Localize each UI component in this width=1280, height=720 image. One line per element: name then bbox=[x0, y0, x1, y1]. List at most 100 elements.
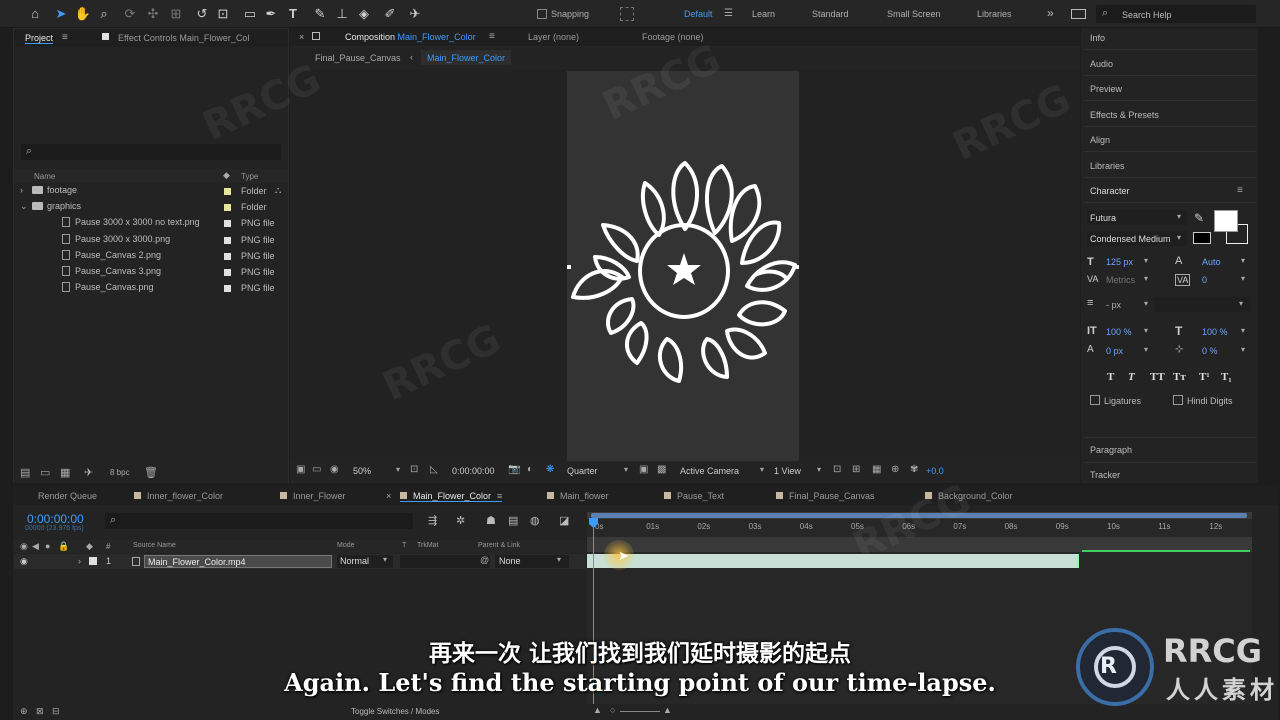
grid-icon[interactable]: ◺ bbox=[430, 464, 438, 475]
tab-layer[interactable]: Layer (none) bbox=[528, 32, 579, 42]
rectangle-icon[interactable]: ▭ bbox=[241, 5, 259, 23]
baseline-shift-value[interactable]: 0 px bbox=[1106, 346, 1123, 356]
brush-icon[interactable]: ✎ bbox=[311, 5, 329, 23]
color-channel-icon[interactable]: ❋ bbox=[546, 464, 554, 475]
tracking-value[interactable]: 0 bbox=[1202, 275, 1207, 285]
project-item[interactable]: Pause_Canvas.png bbox=[32, 282, 154, 297]
resolution-select[interactable]: Quarter bbox=[567, 466, 598, 476]
project-item[interactable]: ⌄ graphics bbox=[20, 201, 81, 216]
chevron-down-icon[interactable]: ▾ bbox=[1144, 326, 1148, 335]
current-time-display[interactable]: 0:00:00:00 bbox=[27, 512, 84, 526]
region-of-interest-icon[interactable]: ▣ bbox=[639, 464, 648, 475]
leading-value[interactable]: Auto bbox=[1202, 257, 1221, 267]
panel-menu-icon[interactable]: ≡ bbox=[497, 491, 502, 501]
tsume-value[interactable]: 0 % bbox=[1202, 346, 1218, 356]
snapping-checkbox[interactable] bbox=[537, 9, 547, 19]
search-help-field[interactable]: ⌕ Search Help bbox=[1096, 5, 1256, 23]
panel-libraries[interactable]: Libraries bbox=[1090, 161, 1125, 171]
timeline-search-input[interactable]: ⌕ bbox=[105, 513, 413, 529]
fill-color-swatch[interactable] bbox=[1214, 210, 1238, 232]
timeline-tab[interactable]: × Main_Flower_Color ≡ bbox=[386, 491, 503, 502]
roto-brush-icon[interactable]: ✐ bbox=[381, 5, 399, 23]
chevron-down-icon[interactable]: ▾ bbox=[1241, 256, 1245, 265]
chevron-down-icon[interactable]: ▾ bbox=[1241, 326, 1245, 335]
zoom-in-icon[interactable]: ▲ bbox=[663, 705, 672, 715]
project-item[interactable]: Pause_Canvas 3.png bbox=[32, 266, 161, 281]
adobe-dynamic-link-icon[interactable]: ✈ bbox=[84, 466, 93, 479]
blend-mode-select[interactable]: Normal ▾ bbox=[337, 555, 393, 568]
breadcrumb-main-flower-color[interactable]: Main_Flower_Color bbox=[421, 50, 512, 65]
more-workspaces-icon[interactable]: » bbox=[1047, 6, 1054, 20]
kerning-value[interactable]: Metrics bbox=[1106, 275, 1135, 285]
text-style-button[interactable]: TT bbox=[1150, 371, 1165, 383]
home-icon[interactable]: ⌂ bbox=[26, 5, 44, 23]
project-search-input[interactable]: ⌕ bbox=[21, 144, 281, 160]
col-type[interactable]: Type bbox=[241, 172, 258, 181]
graph-editor-icon[interactable]: ◪ bbox=[559, 514, 569, 527]
selection-icon[interactable]: ➤ bbox=[52, 5, 70, 23]
motion-blur-icon[interactable]: ◍ bbox=[530, 514, 540, 527]
parent-select[interactable]: None ▾ bbox=[495, 555, 569, 568]
label-color-swatch[interactable] bbox=[224, 188, 231, 195]
chevron-down-icon[interactable]: ⌄ bbox=[20, 201, 28, 212]
clone-stamp-icon[interactable]: ⊥ bbox=[333, 5, 351, 23]
lock-icon[interactable]: 🔒 bbox=[58, 541, 69, 552]
workspace-menu-icon[interactable]: ☰ bbox=[724, 8, 733, 19]
expand-chevron-icon[interactable]: › bbox=[78, 556, 81, 566]
chevron-down-icon[interactable]: ▾ bbox=[624, 465, 628, 474]
pick-whip-icon[interactable]: @ bbox=[480, 555, 489, 565]
in-out-icon[interactable]: ⊟ bbox=[52, 706, 60, 717]
timeline-tab[interactable]: Inner_Flower bbox=[280, 491, 346, 501]
hindi-digits-checkbox[interactable] bbox=[1173, 395, 1183, 405]
close-tab-icon[interactable]: × bbox=[386, 491, 391, 501]
project-item[interactable]: › footage bbox=[20, 185, 77, 200]
chevron-down-icon[interactable]: ▾ bbox=[1144, 274, 1148, 283]
flowchart-icon[interactable]: ⛬ bbox=[275, 185, 281, 196]
pan-behind-icon[interactable]: ⊞ bbox=[167, 5, 185, 23]
layer-row[interactable]: ◉ › 1 Main_Flower_Color.mp4 Normal ▾ @ N… bbox=[14, 554, 586, 569]
show-snapshot-icon[interactable]: ◐ bbox=[527, 464, 533, 475]
text-style-button[interactable]: T bbox=[1107, 371, 1114, 383]
interpret-footage-icon[interactable]: ▤ bbox=[20, 466, 30, 479]
camera-select[interactable]: Active Camera bbox=[680, 466, 739, 476]
eye-icon[interactable]: ◉ bbox=[20, 556, 28, 567]
fast-previews-icon[interactable]: ⊞ bbox=[852, 464, 860, 475]
zoom-select[interactable]: 50% bbox=[353, 466, 371, 476]
bpc-label[interactable]: 8 bpc bbox=[110, 468, 130, 477]
transparency-grid-icon[interactable]: ▩ bbox=[657, 464, 666, 475]
black-white-swatch[interactable] bbox=[1193, 232, 1211, 244]
label-color-swatch[interactable] bbox=[224, 204, 231, 212]
label-color-swatch[interactable] bbox=[224, 252, 231, 260]
workspace-libraries[interactable]: Libraries bbox=[977, 9, 1012, 19]
fit-icon[interactable]: ⊡ bbox=[410, 464, 418, 475]
panel-audio[interactable]: Audio bbox=[1090, 59, 1113, 69]
vr-icon[interactable]: ◉ bbox=[330, 464, 339, 475]
chevron-down-icon[interactable]: ▾ bbox=[396, 465, 400, 474]
label-tag-icon[interactable]: ◆ bbox=[223, 170, 230, 181]
paragraph-panel-title[interactable]: Paragraph bbox=[1090, 445, 1132, 455]
rotate-icon[interactable]: ⟳ bbox=[121, 5, 139, 23]
breadcrumb-final-pause-canvas[interactable]: Final_Pause_Canvas bbox=[315, 53, 401, 63]
layer-duration-bar[interactable] bbox=[587, 554, 1079, 568]
col-name[interactable]: Name bbox=[34, 172, 55, 181]
project-item[interactable]: Pause 3000 x 3000.png bbox=[32, 233, 170, 249]
lock-icon[interactable] bbox=[312, 32, 320, 40]
trkmat-select[interactable] bbox=[400, 555, 490, 568]
panel-menu-icon[interactable]: ≡ bbox=[62, 32, 68, 43]
vertical-scale-value[interactable]: 100 % bbox=[1106, 327, 1132, 337]
eyedropper-icon[interactable]: ✎ bbox=[1194, 211, 1204, 225]
rotate-icon-2[interactable]: ↺ bbox=[193, 5, 211, 23]
timeline-icon[interactable]: ▦ bbox=[872, 464, 881, 475]
timeline-tab[interactable]: Main_flower bbox=[547, 491, 609, 501]
switches-icon[interactable]: ⊕ bbox=[20, 706, 28, 717]
type-icon[interactable]: T bbox=[284, 5, 302, 23]
comp-flowchart-icon[interactable]: ⇶ bbox=[428, 514, 437, 527]
chevron-down-icon[interactable]: ▾ bbox=[1144, 299, 1148, 308]
always-preview-icon[interactable]: ▣ bbox=[296, 464, 305, 475]
panel-preview[interactable]: Preview bbox=[1090, 84, 1122, 94]
text-style-button[interactable]: T₁ bbox=[1221, 371, 1232, 383]
draft-3d-icon[interactable]: ✲ bbox=[456, 514, 465, 527]
zoom-slider-track[interactable] bbox=[620, 711, 660, 712]
viewer-timecode[interactable]: 0:00:00:00 bbox=[452, 466, 495, 476]
label-color-swatch[interactable] bbox=[224, 220, 231, 228]
